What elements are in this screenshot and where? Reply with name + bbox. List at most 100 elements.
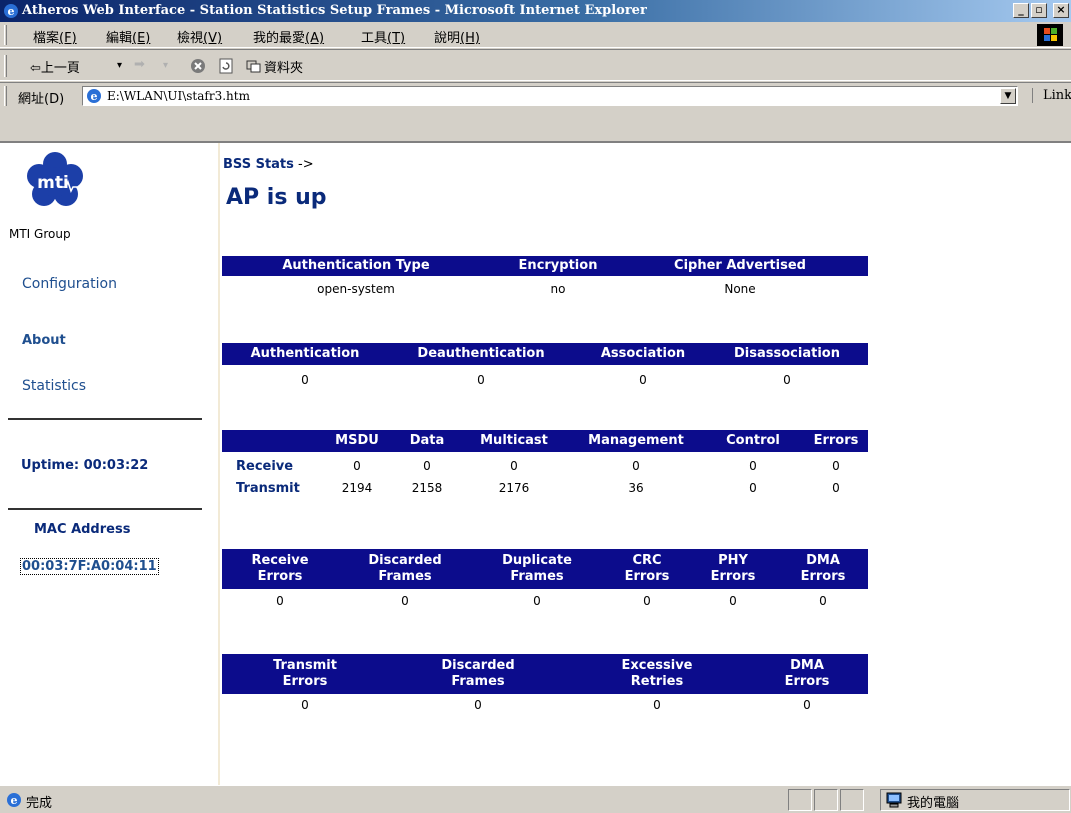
standard-toolbar: ⇦上一頁 ▾ ➡ ▾ 資料夾 [0, 49, 1071, 81]
sidebar-item-about[interactable]: About [22, 333, 66, 348]
status-pane [814, 789, 838, 811]
header-msdu: MSDU [335, 433, 379, 448]
group-name: MTI Group [9, 227, 71, 241]
address-bar: 網址(D) e E:\WLAN\UI\stafr3.htm ▼ Links [0, 82, 1071, 108]
breadcrumb: BSS Stats -> [223, 157, 314, 172]
status-pane [840, 789, 864, 811]
value-discarded-frames: 0 [474, 698, 482, 712]
forward-dropdown[interactable]: ▾ [163, 60, 168, 71]
header-data: Data [409, 433, 445, 448]
windows-logo-icon [1037, 24, 1063, 46]
window-title: Atheros Web Interface - Station Statisti… [22, 3, 647, 18]
table-row: Transmit 2194 2158 2176 36 0 0 [222, 476, 868, 500]
mac-address-value[interactable]: 00:03:7F:A0:04:11 [20, 558, 159, 575]
menu-bar: 檔案(F) 編輯(E) 檢視(V) 我的最愛(A) 工具(T) 說明(H) [0, 22, 1071, 48]
maximize-button[interactable]: ▫ [1031, 3, 1047, 18]
value-dma-errors: 0 [803, 698, 811, 712]
address-dropdown-button[interactable]: ▼ [1000, 88, 1016, 104]
transmit-data: 2158 [411, 481, 443, 495]
sidebar-divider [8, 418, 202, 420]
menu-favorites[interactable]: 我的最愛(A) [253, 27, 324, 46]
table-header: Authentication Deauthentication Associat… [222, 343, 868, 365]
uptime-text: Uptime: 00:03:22 [21, 458, 149, 473]
menu-view[interactable]: 檢視(V) [177, 27, 222, 46]
frame-counts-table: MSDU Data Multicast Management Control E… [222, 430, 868, 500]
logo-text: mti [37, 173, 69, 193]
header-control: Control [726, 433, 780, 448]
menu-grip [4, 25, 7, 45]
folders-button[interactable]: 資料夾 [264, 57, 303, 76]
table-row: 0 0 0 0 [222, 694, 868, 716]
status-bar: e 完成 我的電腦 [0, 785, 1071, 813]
header-discarded-frames: Discarded Frames [441, 658, 515, 689]
menu-help[interactable]: 說明(H) [434, 27, 480, 46]
association-table: Authentication Deauthentication Associat… [222, 343, 868, 389]
back-dropdown[interactable]: ▾ [117, 60, 122, 71]
zone-pane: 我的電腦 [880, 789, 1070, 811]
computer-icon [886, 792, 902, 808]
header-excessive-retries: Excessive Retries [621, 658, 693, 689]
menu-edit[interactable]: 編輯(E) [106, 27, 150, 46]
value-transmit-errors: 0 [301, 698, 309, 712]
links-button[interactable]: Links [1032, 88, 1071, 103]
header-association: Association [600, 346, 686, 361]
value-duplicate-frames: 0 [533, 594, 541, 608]
svg-text:e: e [91, 90, 98, 103]
value-excessive-retries: 0 [653, 698, 661, 712]
address-label: 網址(D) [18, 92, 65, 107]
header-disassociation: Disassociation [734, 346, 840, 361]
address-value: E:\WLAN\UI\stafr3.htm [107, 89, 250, 103]
row-label-receive: Receive [236, 459, 294, 474]
folders-icon [246, 60, 261, 73]
address-input[interactable]: e E:\WLAN\UI\stafr3.htm [82, 86, 1018, 106]
table-header: Transmit Errors Discarded Frames Excessive… [222, 654, 868, 694]
transmit-errors-table: Transmit Errors Discarded Frames Excessive… [222, 654, 868, 716]
menu-tools[interactable]: 工具(T) [361, 27, 405, 46]
receive-msdu: 0 [353, 459, 361, 473]
value-deauthentication: 0 [477, 373, 485, 387]
forward-button[interactable]: ➡ [134, 57, 145, 72]
refresh-icon[interactable] [218, 58, 234, 74]
zone-text: 我的電腦 [907, 796, 960, 811]
header-transmit-errors: Transmit Errors [273, 658, 337, 689]
header-duplicate-frames: Duplicate Frames [502, 553, 572, 584]
header-dma-errors: DMA Errors [800, 553, 846, 584]
stop-icon[interactable] [190, 58, 206, 74]
receive-errors-table: Receive Errors Discarded Frames Duplicate F… [222, 549, 868, 611]
transmit-management: 36 [628, 481, 644, 495]
transmit-multicast: 2176 [498, 481, 530, 495]
minimize-button[interactable]: _ [1013, 3, 1029, 18]
value-disassociation: 0 [783, 373, 791, 387]
close-button[interactable]: × [1053, 3, 1069, 18]
header-receive-errors: Receive Errors [251, 553, 309, 584]
transmit-msdu: 2194 [341, 481, 373, 495]
page-content: mti MTI Group Configuration About Statis… [0, 141, 1071, 785]
svg-text:e: e [8, 5, 15, 18]
table-header: Receive Errors Discarded Frames Duplicate F… [222, 549, 868, 589]
sidebar-frame: mti MTI Group Configuration About Statis… [0, 143, 220, 785]
row-label-transmit: Transmit [236, 481, 300, 496]
receive-errors: 0 [832, 459, 840, 473]
header-authentication: Authentication [250, 346, 360, 361]
breadcrumb-arrow: -> [293, 157, 314, 172]
value-crc-errors: 0 [643, 594, 651, 608]
table-row: Receive 0 0 0 0 0 0 [222, 452, 868, 476]
toolbar-grip [4, 55, 7, 77]
address-grip [4, 86, 7, 106]
value-encryption: no [550, 282, 566, 296]
back-button[interactable]: ⇦上一頁 [30, 57, 80, 76]
mti-logo: mti [27, 152, 83, 206]
sidebar-item-configuration[interactable]: Configuration [22, 276, 117, 292]
header-multicast: Multicast [480, 433, 548, 448]
sidebar-item-statistics[interactable]: Statistics [22, 378, 86, 394]
header-encryption: Encryption [518, 258, 598, 273]
menu-file[interactable]: 檔案(F) [33, 27, 77, 46]
status-pane [788, 789, 812, 811]
table-row: 0 0 0 0 0 0 [222, 589, 868, 611]
receive-multicast: 0 [510, 459, 518, 473]
page-done-icon: e [7, 793, 21, 807]
value-discarded-frames: 0 [401, 594, 409, 608]
table-row: 0 0 0 0 [222, 365, 868, 389]
value-authentication: 0 [301, 373, 309, 387]
sidebar-divider [8, 508, 202, 510]
